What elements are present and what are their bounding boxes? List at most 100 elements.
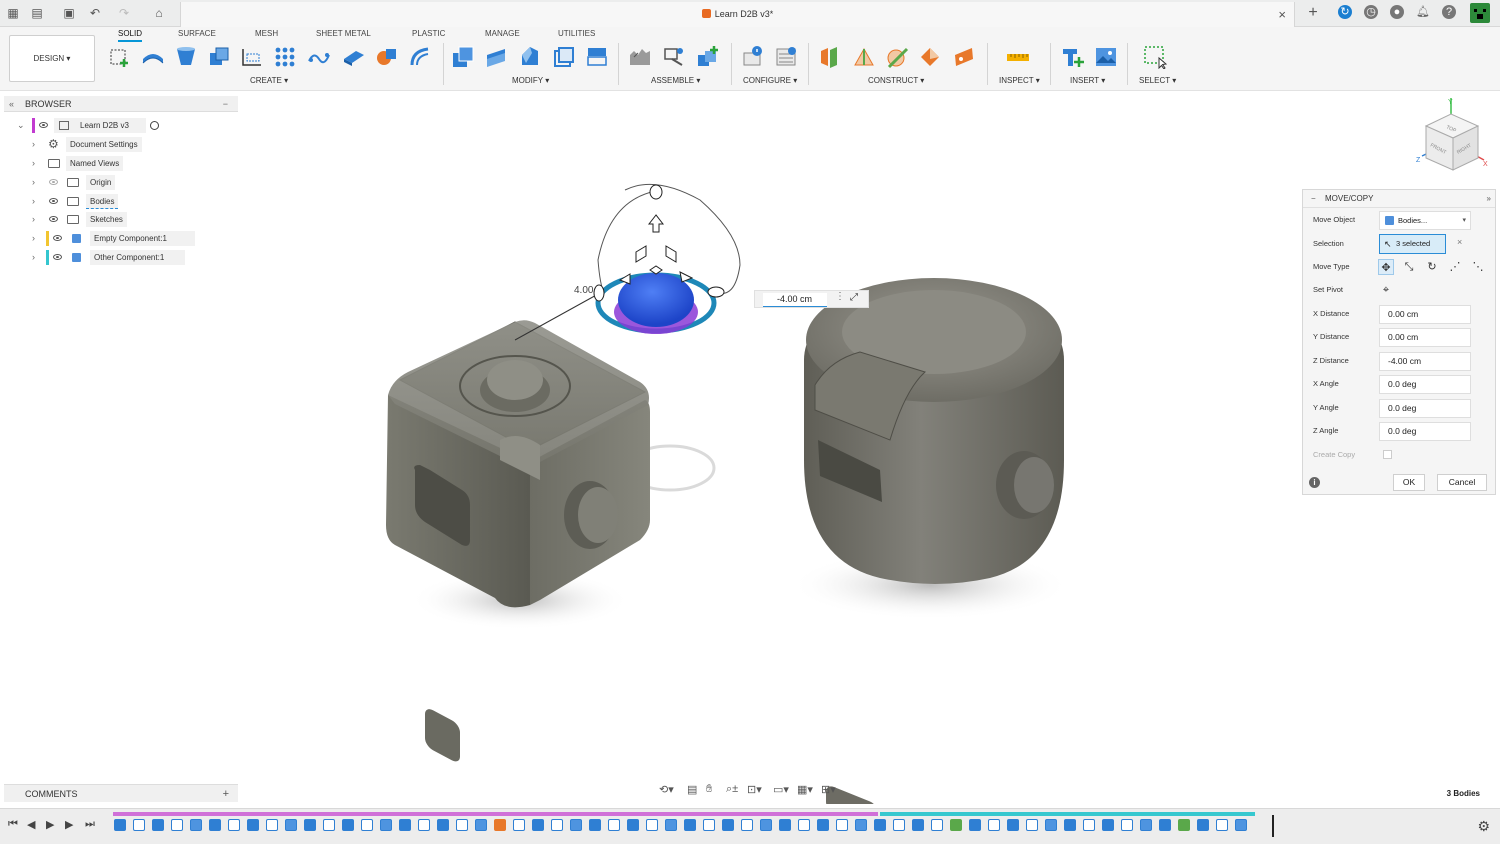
timeline-feature-icon[interactable]: [361, 819, 373, 831]
timeline-feature-icon[interactable]: [836, 819, 848, 831]
insert-group-label[interactable]: INSERT ▾: [1070, 76, 1105, 85]
timeline-feature-icon[interactable]: [1140, 819, 1152, 831]
configure-group-label[interactable]: CONFIGURE ▾: [743, 76, 797, 85]
viewports-icon[interactable]: ⊞▾: [821, 783, 836, 796]
timeline-feature-icon[interactable]: [152, 819, 164, 831]
configure-rule-icon[interactable]: [774, 45, 798, 69]
y-angle-input[interactable]: 0.0 deg: [1379, 399, 1471, 418]
step-back-icon[interactable]: ◀︎: [27, 818, 35, 831]
timeline-feature-icon[interactable]: [760, 819, 772, 831]
timeline-feature-icon[interactable]: [532, 819, 544, 831]
timeline-feature-icon[interactable]: [1045, 819, 1057, 831]
timeline-feature-icon[interactable]: [589, 819, 601, 831]
chevron-right-icon[interactable]: ›: [32, 137, 40, 152]
point-to-point-icon[interactable]: ⋰: [1447, 259, 1463, 275]
chevron-right-icon[interactable]: ›: [32, 250, 40, 265]
tab-utilities[interactable]: UTILITIES: [558, 29, 595, 38]
file-menu-icon[interactable]: ▤: [30, 6, 44, 20]
offset-plane-icon[interactable]: [818, 45, 842, 69]
set-pivot-icon[interactable]: ⌖: [1378, 282, 1394, 298]
new-component-icon[interactable]: [628, 45, 652, 69]
point-to-position-icon[interactable]: ⋱: [1470, 259, 1486, 275]
timeline-feature-icon[interactable]: [722, 819, 734, 831]
save-icon[interactable]: ▣: [62, 6, 76, 20]
timeline-feature-icon[interactable]: [456, 819, 468, 831]
timeline-feature-icon[interactable]: [1216, 819, 1228, 831]
measure-icon[interactable]: [1006, 45, 1030, 69]
tab-manage[interactable]: MANAGE: [485, 29, 520, 38]
online-status-icon[interactable]: ●: [1390, 5, 1404, 19]
timeline-feature-icon[interactable]: [418, 819, 430, 831]
app-grid-icon[interactable]: ▦: [6, 6, 20, 20]
timeline-feature-icon[interactable]: [893, 819, 905, 831]
display-settings-icon[interactable]: ▭▾: [773, 783, 789, 796]
move-type-icon[interactable]: ⤢: [850, 292, 858, 303]
timeline-feature-icon[interactable]: [304, 819, 316, 831]
timeline-feature-icon[interactable]: [247, 819, 259, 831]
minimize-browser-icon[interactable]: −: [223, 96, 228, 112]
timeline-feature-icon[interactable]: [114, 819, 126, 831]
plane-at-angle-icon[interactable]: [852, 45, 876, 69]
undo-icon[interactable]: ↶: [88, 6, 102, 20]
timeline-feature-icon[interactable]: [798, 819, 810, 831]
cube-body[interactable]: [386, 320, 650, 764]
configure-table-icon[interactable]: [741, 45, 765, 69]
timeline-feature-icon[interactable]: [741, 819, 753, 831]
shell-icon[interactable]: [552, 45, 576, 69]
create-sketch-icon[interactable]: [108, 45, 132, 69]
fillet-icon[interactable]: [485, 45, 509, 69]
timeline-feature-icon[interactable]: [1064, 819, 1076, 831]
create-form-icon[interactable]: [408, 45, 432, 69]
timeline-feature-icon[interactable]: [969, 819, 981, 831]
go-to-end-icon[interactable]: ⏭︎: [85, 818, 95, 831]
selection-button[interactable]: 3 selected: [1379, 234, 1446, 254]
browser-item-bodies[interactable]: › Bodies: [4, 194, 238, 209]
tab-solid[interactable]: SOLID: [118, 29, 143, 42]
move-object-dropdown[interactable]: Bodies... ▾: [1379, 211, 1471, 230]
home-icon[interactable]: ⌂: [152, 6, 166, 20]
move-manipulator[interactable]: [593, 183, 741, 334]
create-copy-checkbox[interactable]: [1383, 450, 1392, 459]
timeline-feature-icon[interactable]: [1102, 819, 1114, 831]
timeline-feature-icon[interactable]: [1178, 819, 1190, 831]
select-group-label[interactable]: SELECT ▾: [1139, 76, 1176, 85]
timeline-feature-icon[interactable]: [285, 819, 297, 831]
timeline-feature-icon[interactable]: [494, 819, 506, 831]
y-distance-input[interactable]: 0.00 cm: [1379, 328, 1471, 347]
visibility-eye-icon[interactable]: [53, 235, 62, 241]
browser-item-sketches[interactable]: › Sketches: [4, 212, 238, 227]
pattern-icon[interactable]: [273, 45, 297, 69]
timeline-feature-icon[interactable]: [703, 819, 715, 831]
grid-settings-icon[interactable]: ▦▾: [797, 783, 813, 796]
chevron-right-icon[interactable]: ›: [32, 194, 40, 209]
rib-icon[interactable]: [240, 45, 264, 69]
timeline-feature-icon[interactable]: [190, 819, 202, 831]
x-distance-input[interactable]: 0.00 cm: [1379, 305, 1471, 324]
boundary-fill-icon[interactable]: [375, 45, 399, 69]
timeline-feature-icon[interactable]: [627, 819, 639, 831]
timeline-feature-icon[interactable]: [475, 819, 487, 831]
timeline-feature-icon[interactable]: [513, 819, 525, 831]
clear-selection-icon[interactable]: ×: [1457, 237, 1462, 247]
timeline-feature-icon[interactable]: [551, 819, 563, 831]
cylinder-body[interactable]: [804, 278, 1064, 804]
collapse-browser-icon[interactable]: «: [9, 96, 14, 112]
create-group-label[interactable]: CREATE ▾: [250, 76, 288, 85]
document-tab[interactable]: Learn D2B v3* ×: [180, 2, 1295, 27]
z-angle-input[interactable]: 0.0 deg: [1379, 422, 1471, 441]
add-comment-icon[interactable]: +: [223, 785, 229, 803]
timeline-feature-icon[interactable]: [266, 819, 278, 831]
timeline-feature-icon[interactable]: [1197, 819, 1209, 831]
timeline-feature-icon[interactable]: [1121, 819, 1133, 831]
chevron-down-icon[interactable]: ⌄: [17, 118, 25, 133]
combine-icon[interactable]: [585, 45, 609, 69]
view-cube[interactable]: TOP FRONT RIGHT Y Z X: [1416, 96, 1492, 176]
distance-value-input[interactable]: -4.00 cm: [763, 293, 827, 307]
browser-item-other-component[interactable]: › Other Component:1: [4, 250, 238, 265]
job-status-icon[interactable]: ◷: [1364, 5, 1378, 19]
modify-group-label[interactable]: MODIFY ▾: [512, 76, 549, 85]
fit-icon[interactable]: ⊡▾: [747, 783, 762, 796]
info-icon[interactable]: i: [1309, 477, 1320, 488]
timeline-feature-icon[interactable]: [399, 819, 411, 831]
joint-icon[interactable]: [662, 45, 686, 69]
